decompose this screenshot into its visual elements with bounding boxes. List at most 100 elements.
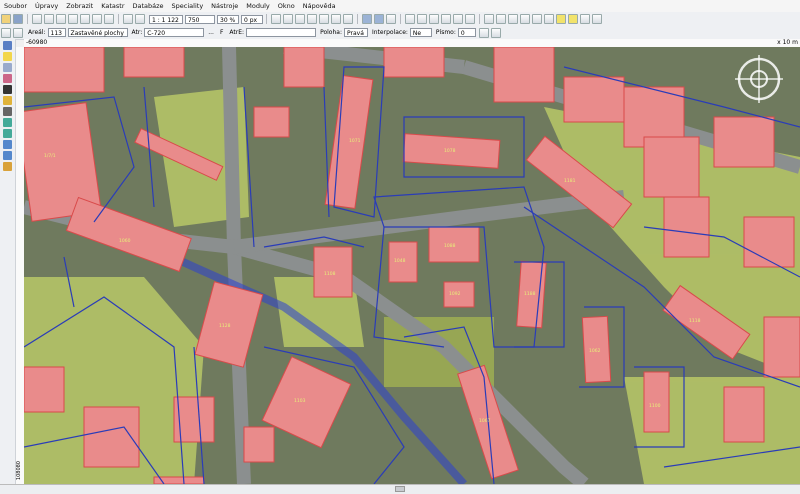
- attr-field[interactable]: C-720: [144, 28, 205, 37]
- areal-field[interactable]: 113: [47, 28, 66, 37]
- draw-icon[interactable]: [3, 74, 12, 83]
- f-label[interactable]: F: [220, 29, 223, 36]
- angle-icon[interactable]: [3, 96, 12, 105]
- measure-icon[interactable]: [319, 14, 329, 24]
- map-canvas[interactable]: 1/7/1 1060 1071 1078 1048 1088 1092 1108…: [24, 47, 800, 484]
- toolbar-separator: [27, 14, 28, 24]
- font-icon[interactable]: [478, 27, 489, 38]
- opacity-field[interactable]: 30 %: [217, 14, 239, 24]
- arrow-up-icon[interactable]: [405, 14, 415, 24]
- menu-speciality[interactable]: Speciality: [168, 2, 208, 10]
- zoom-icon[interactable]: [3, 41, 12, 50]
- arrow-up6-icon[interactable]: [465, 14, 475, 24]
- menu-moduly[interactable]: Moduly: [242, 2, 273, 10]
- arrow-up4-icon[interactable]: [441, 14, 451, 24]
- arrow-up2-icon[interactable]: [417, 14, 427, 24]
- symbol-icon[interactable]: [3, 140, 12, 149]
- menu-upravy[interactable]: Úpravy: [31, 2, 62, 10]
- person-icon[interactable]: [3, 162, 12, 171]
- parcel-label: 1181: [564, 178, 576, 184]
- layer-select[interactable]: Zastavěné plochy a n: [67, 28, 128, 46]
- corner-icon[interactable]: [556, 14, 566, 24]
- move-object-icon[interactable]: [496, 14, 506, 24]
- parcel-label: 1067: [479, 418, 491, 424]
- node-icon[interactable]: [3, 85, 12, 94]
- info-icon[interactable]: [331, 14, 341, 24]
- save-icon[interactable]: [13, 14, 23, 24]
- horizontal-scrollbar[interactable]: [395, 486, 405, 492]
- delete-object-icon[interactable]: [508, 14, 518, 24]
- table-icon[interactable]: [362, 14, 372, 24]
- main-toolbar: 1 : 1 122 750 30 % 0 px: [0, 12, 800, 27]
- arrow-up3-icon[interactable]: [429, 14, 439, 24]
- left-tool-palette: [0, 39, 16, 493]
- copy-object-icon[interactable]: [484, 14, 494, 24]
- dimension-icon[interactable]: [3, 118, 12, 127]
- line-icon[interactable]: [568, 14, 578, 24]
- interpolace-label: Interpolace:: [371, 29, 408, 36]
- offset-field[interactable]: 0 px: [241, 14, 263, 24]
- parcel-label: 1078: [444, 148, 456, 154]
- redo-icon[interactable]: [104, 14, 114, 24]
- report-icon[interactable]: [386, 14, 396, 24]
- zoom-window-icon[interactable]: [123, 14, 133, 24]
- pismo-field[interactable]: 0: [457, 28, 476, 37]
- toolbar-separator: [400, 14, 401, 24]
- parcel-label: 1092: [449, 291, 461, 297]
- curve-icon[interactable]: [580, 14, 590, 24]
- edit-icon[interactable]: [544, 14, 554, 24]
- paste-icon[interactable]: [80, 14, 90, 24]
- menu-soubor[interactable]: Soubor: [0, 2, 31, 10]
- arrow-up5-icon[interactable]: [453, 14, 463, 24]
- parcel-label: 1048: [394, 258, 406, 264]
- menu-katastr[interactable]: Katastr: [97, 2, 128, 10]
- grid-tool-icon[interactable]: [3, 129, 12, 138]
- map-svg[interactable]: 1/7/1 1060 1071 1078 1048 1088 1092 1108…: [24, 47, 800, 484]
- grid-icon[interactable]: [307, 14, 317, 24]
- print-preview-icon[interactable]: [44, 14, 54, 24]
- polyline-icon[interactable]: [3, 63, 12, 72]
- pismo-label: Písmo:: [435, 29, 456, 36]
- parcel-label: 1108: [324, 271, 336, 277]
- select-arrow-icon[interactable]: [3, 52, 12, 61]
- attribute-toolbar: Areál: 113 Zastavěné plochy a n Atr: C-7…: [0, 26, 800, 46]
- menu-okno[interactable]: Okno: [274, 2, 299, 10]
- attre-field[interactable]: [246, 28, 317, 37]
- menu-nastroje[interactable]: Nástroje: [207, 2, 242, 10]
- filter-icon[interactable]: [295, 14, 305, 24]
- menu-databaze[interactable]: Databáze: [129, 2, 168, 10]
- more-label[interactable]: ...: [208, 29, 214, 36]
- snap-icon[interactable]: [343, 14, 353, 24]
- arc-icon[interactable]: [592, 14, 602, 24]
- areal-label: Areál:: [28, 29, 46, 36]
- scale-alt-field[interactable]: 750: [185, 14, 215, 24]
- properties-icon[interactable]: [13, 27, 23, 38]
- new-icon[interactable]: [1, 27, 11, 38]
- refresh-icon[interactable]: [490, 27, 501, 38]
- poloha-label: Poloha:: [320, 29, 342, 36]
- poloha-select[interactable]: Pravá: [343, 28, 368, 37]
- parcel-label: 1118: [689, 318, 701, 324]
- undo-icon[interactable]: [92, 14, 102, 24]
- parcel-label: 1088: [444, 243, 456, 249]
- vertical-ruler-label: 108080: [16, 460, 22, 480]
- merge-icon[interactable]: [520, 14, 530, 24]
- parcel-label: 1062: [589, 348, 601, 354]
- copy-icon[interactable]: [68, 14, 78, 24]
- text-icon[interactable]: [3, 151, 12, 160]
- split-icon[interactable]: [532, 14, 542, 24]
- ruler-unit-label: x 10 m: [777, 39, 798, 46]
- zoom-all-icon[interactable]: [135, 14, 145, 24]
- print-icon[interactable]: [32, 14, 42, 24]
- select-icon[interactable]: [283, 14, 293, 24]
- scale-field[interactable]: 1 : 1 122: [149, 14, 183, 24]
- measure-line-icon[interactable]: [3, 107, 12, 116]
- interpolace-select[interactable]: Ne: [409, 28, 432, 37]
- menu-napoveda[interactable]: Nápověda: [299, 2, 340, 10]
- table2-icon[interactable]: [374, 14, 384, 24]
- menu-zobrazit[interactable]: Zobrazit: [62, 2, 97, 10]
- cut-icon[interactable]: [56, 14, 66, 24]
- open-icon[interactable]: [1, 14, 11, 24]
- toolbar-separator: [118, 14, 119, 24]
- layer-icon[interactable]: [271, 14, 281, 24]
